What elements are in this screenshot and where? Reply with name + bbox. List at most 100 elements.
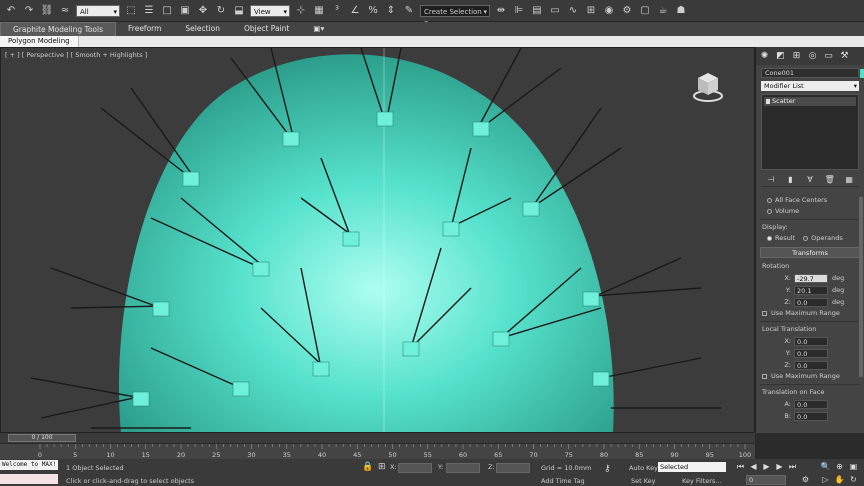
stack-item-scatter[interactable]: Scatter <box>764 97 856 106</box>
transforms-rollout[interactable]: Transforms <box>760 247 860 258</box>
lt-x-spinner[interactable]: 0.0 <box>794 336 828 346</box>
render-frame-icon[interactable]: ▢ <box>638 4 652 18</box>
track-bar[interactable]: 0 5 10 15 20 25 30 35 40 45 50 55 60 65 70 75 80 85 90 95 10… <box>0 443 755 459</box>
modify-tab-icon[interactable]: ◩ <box>774 50 787 63</box>
ribbon-toggle-icon[interactable]: ▭ <box>548 4 562 18</box>
viewcube-icon[interactable] <box>692 68 724 104</box>
panel-scrollbar[interactable] <box>859 197 863 377</box>
curve-editor-icon[interactable]: ∿ <box>566 4 580 18</box>
perspective-viewport[interactable]: [ + ] [ Perspective ] [ Smooth + Highlig… <box>0 47 755 433</box>
play-icon[interactable]: ▶ <box>761 462 772 472</box>
result-label[interactable]: Result <box>775 234 795 242</box>
maxscript-output[interactable] <box>0 474 58 484</box>
zoom-all-icon[interactable]: ⊕ <box>834 462 845 472</box>
auto-key-button[interactable]: Auto Key <box>629 464 658 472</box>
rect-region-icon[interactable]: □ <box>160 4 174 18</box>
lt-z-spinner[interactable]: 0.0 <box>794 360 828 370</box>
lock-selection-icon[interactable]: 🔒 <box>362 462 373 472</box>
auto-key-set-dropdown[interactable]: Selected <box>658 462 726 472</box>
window-crossing-icon[interactable]: ▣ <box>178 4 192 18</box>
selection-filter-dropdown[interactable]: All <box>76 4 120 18</box>
scale-icon[interactable]: ⬓ <box>232 4 246 18</box>
percent-snap-icon[interactable]: % <box>366 4 380 18</box>
add-time-tag[interactable]: Add Time Tag <box>541 477 585 485</box>
create-tab-icon[interactable]: ✺ <box>758 50 771 63</box>
tab-freeform[interactable]: Freeform <box>116 22 173 36</box>
configure-sets-icon[interactable]: ▦ <box>844 175 854 185</box>
unlink-icon[interactable]: ≈ <box>58 4 72 18</box>
object-color-swatch[interactable] <box>860 69 864 78</box>
hierarchy-tab-icon[interactable]: ⊞ <box>790 50 803 63</box>
render-setup-icon[interactable]: ⚙ <box>620 4 634 18</box>
display-tab-icon[interactable]: ▭ <box>822 50 835 63</box>
use-max-range-translation[interactable]: Use Maximum Range <box>756 371 864 382</box>
layer-manager-icon[interactable]: ▤ <box>530 4 544 18</box>
orbit-icon[interactable]: ↻ <box>848 475 859 485</box>
make-unique-icon[interactable]: ∀ <box>805 175 815 185</box>
tab-object-paint[interactable]: Object Paint <box>232 22 301 36</box>
link-icon[interactable]: ⛓ <box>40 4 54 18</box>
utilities-tab-icon[interactable]: ⚒ <box>838 50 851 63</box>
z-coord-field[interactable] <box>496 463 530 473</box>
render-production-icon[interactable]: ☕ <box>656 4 670 18</box>
lt-y-spinner[interactable]: 0.0 <box>794 348 828 358</box>
redo-icon[interactable]: ↷ <box>22 4 36 18</box>
y-coord-field[interactable] <box>446 463 480 473</box>
tf-a-spinner[interactable]: 0.0 <box>794 399 828 409</box>
tab-graphite-modeling-tools[interactable]: Graphite Modeling Tools <box>0 22 117 36</box>
absolute-mode-icon[interactable]: ⊞ <box>378 462 386 472</box>
key-icon[interactable]: ⚷ <box>604 464 611 474</box>
material-editor-icon[interactable]: ◉ <box>602 4 616 18</box>
tf-b-spinner[interactable]: 0.0 <box>794 411 828 421</box>
zoom-extents-icon[interactable]: ▣ <box>848 462 859 472</box>
next-frame-icon[interactable]: ▶ <box>774 462 785 472</box>
ribbon-options-icon[interactable]: ▣▾ <box>301 22 336 36</box>
modifier-list-dropdown[interactable]: Modifier List <box>761 81 859 91</box>
motion-tab-icon[interactable]: ◎ <box>806 50 819 63</box>
fov-icon[interactable]: ▷ <box>820 475 831 485</box>
prev-frame-icon[interactable]: ◀ <box>748 462 759 472</box>
x-coord-field[interactable] <box>398 463 432 473</box>
reference-coordinate-dropdown[interactable]: View <box>250 4 290 18</box>
named-selection-set-dropdown[interactable]: Create Selection Se <box>420 4 490 28</box>
viewport-label[interactable]: [ + ] [ Perspective ] [ Smooth + Highlig… <box>5 51 147 59</box>
time-slider-thumb[interactable]: 0 / 100 <box>8 434 76 442</box>
rotation-z-spinner[interactable]: 0.0 <box>794 297 828 307</box>
schematic-view-icon[interactable]: ⊞ <box>584 4 598 18</box>
time-slider[interactable]: 0 / 100 <box>0 433 755 443</box>
use-max-range-rotation[interactable]: Use Maximum Range <box>756 308 864 319</box>
object-name-field[interactable]: Cone001 <box>761 68 864 78</box>
polygon-modeling-panel[interactable]: Polygon Modeling <box>0 36 79 47</box>
edit-named-sets-icon[interactable]: ✎ <box>402 4 416 18</box>
rotate-icon[interactable]: ↻ <box>214 4 228 18</box>
radio-result-icon[interactable] <box>767 235 772 241</box>
select-icon[interactable]: ⬚ <box>124 4 138 18</box>
move-icon[interactable]: ✥ <box>196 4 210 18</box>
select-by-name-icon[interactable]: ☰ <box>142 4 156 18</box>
rotation-x-spinner[interactable]: -29.7 <box>794 273 828 283</box>
pan-icon[interactable]: ✋ <box>834 475 845 485</box>
snap-toggle-icon[interactable]: ▦ <box>312 4 326 18</box>
rotation-y-spinner[interactable]: 20.1 <box>794 285 828 295</box>
remove-modifier-icon[interactable]: 🗑 <box>825 175 835 185</box>
radio-operands-icon[interactable] <box>803 235 809 241</box>
option-all-face-centers[interactable]: All Face Centers <box>756 195 864 206</box>
option-volume[interactable]: Volume <box>756 206 864 217</box>
set-key-button[interactable]: Set Key <box>631 477 656 485</box>
operands-label[interactable]: Operands <box>811 234 843 242</box>
goto-start-icon[interactable]: ⏮ <box>735 462 746 472</box>
angle-snap-icon[interactable]: ∠ <box>348 4 362 18</box>
pin-stack-icon[interactable]: ⊣ <box>766 175 776 185</box>
current-frame-field[interactable]: 0 <box>746 475 786 485</box>
snap-3d-icon[interactable]: ³ <box>330 4 344 18</box>
spinner-snap-icon[interactable]: ⇕ <box>384 4 398 18</box>
maxscript-listener[interactable]: Welcome to MAX! <box>0 460 58 470</box>
tab-selection[interactable]: Selection <box>173 22 232 36</box>
goto-end-icon[interactable]: ⏭ <box>787 462 798 472</box>
align-icon[interactable]: ⊫ <box>512 4 526 18</box>
mirror-icon[interactable]: ⇹ <box>494 4 508 18</box>
undo-icon[interactable]: ↶ <box>4 4 18 18</box>
key-filters-button[interactable]: Key Filters... <box>682 477 722 485</box>
time-config-icon[interactable]: ⚙ <box>800 475 811 485</box>
render-iterative-icon[interactable]: ☗ <box>674 4 688 18</box>
